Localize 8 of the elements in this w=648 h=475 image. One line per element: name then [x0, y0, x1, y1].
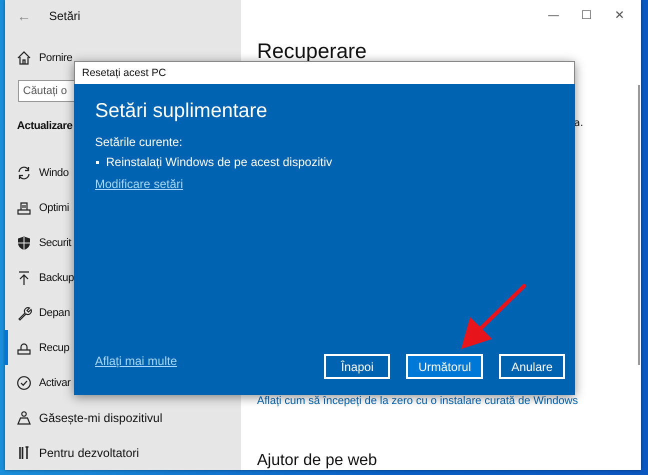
section-heading: Actualizare — [17, 120, 72, 132]
page-title: Recuperare — [257, 40, 368, 64]
window-title: Setări — [49, 8, 80, 23]
label: Setările curente: — [95, 135, 184, 149]
list-item: Reinstalați Windows de pe acest dispozitiv — [106, 155, 332, 169]
section-heading: Ajutor de pe web — [257, 452, 378, 470]
dialog-heading: Setări suplimentare — [95, 100, 268, 123]
dialog-title: Resetați acest PC — [74, 61, 575, 84]
